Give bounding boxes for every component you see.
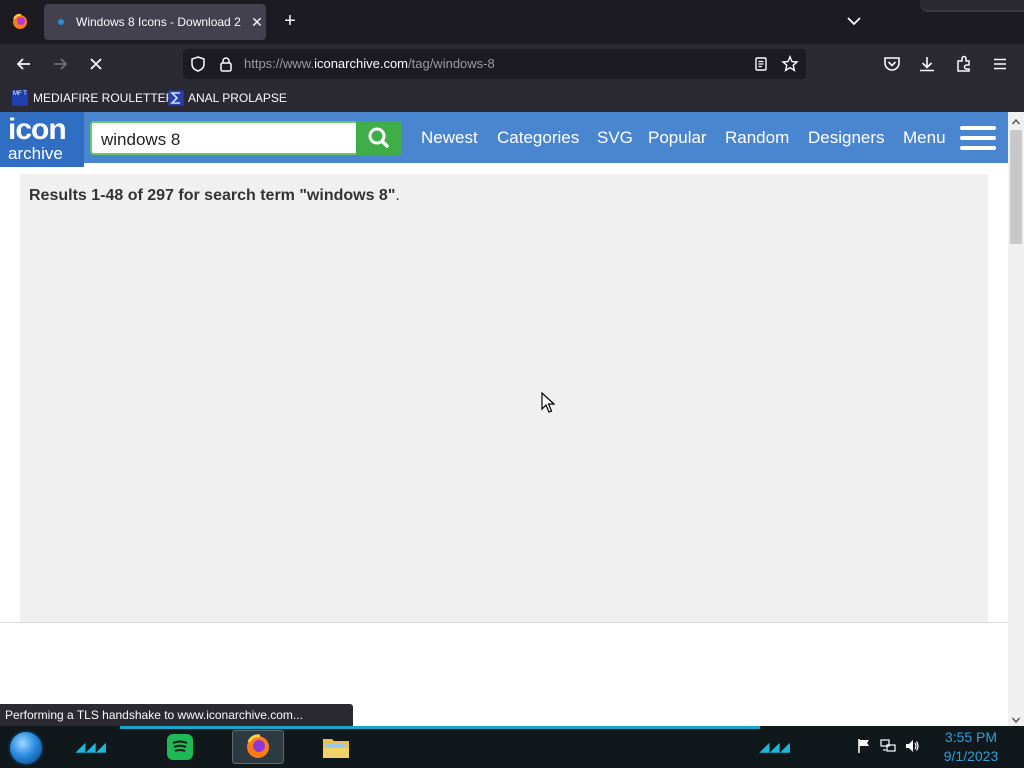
logo-text-bottom: archive [8,144,63,163]
status-panel: Performing a TLS handshake to www.iconar… [0,704,353,726]
tracking-protection-shield-icon[interactable] [190,56,206,77]
nav-menu[interactable]: Menu [903,128,946,148]
bookmark-anal-prolapse[interactable]: ANAL PROLAPSE [168,90,287,106]
page-divider [0,622,1008,623]
reader-view-icon[interactable] [753,56,769,77]
results-area: Results 1-48 of 297 for search term "win… [20,174,988,622]
tab-title: Windows 8 Icons - Download 2 [76,15,241,29]
firefox-taskbar-button[interactable] [232,730,284,764]
search-input[interactable]: windows 8 [90,121,356,155]
pocket-icon[interactable] [882,54,902,74]
iconarchive-logo[interactable]: icon archive [0,112,84,167]
taskbar: ◢◢◢ ◢◢◢ 3:55 PM 9/1/2023 [0,726,1024,768]
results-summary-text: Results 1-48 of 297 for search term "win… [29,187,396,204]
screen: Windows 8 Icons - Download 2 ✕ + https:/… [0,0,1024,768]
new-tab-button[interactable]: + [280,11,300,31]
spotify-taskbar-button[interactable] [154,730,206,764]
clock-date: 9/1/2023 [943,748,999,764]
list-all-tabs-icon[interactable] [845,12,863,30]
tab-strip: Windows 8 Icons - Download 2 ✕ + [0,0,1024,44]
tab-loading-icon [58,19,64,25]
spotify-icon [167,734,193,760]
bookmark-label: MEDIAFIRE ROULETTER [33,91,175,105]
search-button[interactable] [356,121,402,155]
url-prefix: https://www. [244,56,315,71]
nav-newest[interactable]: Newest [421,128,478,148]
bookmark-star-icon[interactable] [781,54,799,78]
app-menu-icon[interactable] [990,54,1010,74]
file-explorer-taskbar-button[interactable] [310,730,362,764]
start-button-icon[interactable] [8,730,44,766]
results-summary: Results 1-48 of 297 for search term "win… [29,187,400,205]
file-explorer-icon [323,739,349,758]
system-tray [856,738,920,754]
firefox-logo-icon[interactable] [10,12,30,32]
site-header: icon archive windows 8 Newest Categories… [0,112,1008,167]
taskbar-decoration-right: ◢◢◢ [760,740,791,754]
url-text[interactable]: https://www.iconarchive.com/tag/windows-… [244,56,495,71]
flag-icon[interactable] [856,738,872,754]
bookmarks-toolbar: MF T MEDIAFIRE ROULETTER ANAL PROLAPSE [0,84,1024,112]
forward-icon[interactable] [50,54,70,74]
window-frame-decoration [920,0,1024,12]
extensions-icon[interactable] [954,54,974,74]
network-icon[interactable] [880,738,896,754]
stop-loading-icon[interactable] [86,54,106,74]
nav-random[interactable]: Random [725,128,789,148]
hamburger-menu-icon[interactable] [960,126,996,152]
taskbar-glow-decoration [120,726,760,729]
firefox-icon [247,734,269,758]
url-host: iconarchive.com [314,56,409,71]
speaker-icon[interactable] [904,738,920,754]
padlock-icon[interactable] [218,56,234,77]
navigation-toolbar: https://www.iconarchive.com/tag/windows-… [0,44,1024,84]
nav-popular[interactable]: Popular [648,128,707,148]
back-icon[interactable] [14,54,34,74]
bookmark-label: ANAL PROLAPSE [188,91,287,105]
page-scrollbar[interactable] [1008,112,1024,726]
results-summary-period: . [395,187,400,204]
search-icon [368,127,389,148]
scroll-thumb[interactable] [1010,130,1022,244]
web-page: icon archive windows 8 Newest Categories… [0,112,1008,726]
sigma-favicon-icon [168,90,184,106]
clock-time: 3:55 PM [944,729,998,745]
bookmark-mediafire-rouletter[interactable]: MF T MEDIAFIRE ROULETTER [12,90,174,106]
scroll-up-arrow-icon[interactable] [1011,114,1021,125]
nav-svg[interactable]: SVG [597,128,633,148]
taskbar-decoration-left: ◢◢◢ [76,740,107,754]
downloads-icon[interactable] [917,54,937,74]
nav-categories[interactable]: Categories [497,128,579,148]
url-path: /tag/windows-8 [408,56,495,71]
scroll-down-arrow-icon[interactable] [1011,712,1021,724]
close-tab-icon[interactable]: ✕ [248,14,266,31]
nav-designers[interactable]: Designers [808,128,885,148]
logo-text-top: icon [8,113,67,146]
url-bar[interactable]: https://www.iconarchive.com/tag/windows-… [183,49,806,79]
taskbar-clock[interactable]: 3:55 PM 9/1/2023 [938,728,1004,766]
mouse-cursor-icon [541,391,556,419]
tab-active[interactable]: Windows 8 Icons - Download 2 ✕ [44,4,266,40]
mediafire-favicon-icon: MF T [12,90,28,106]
